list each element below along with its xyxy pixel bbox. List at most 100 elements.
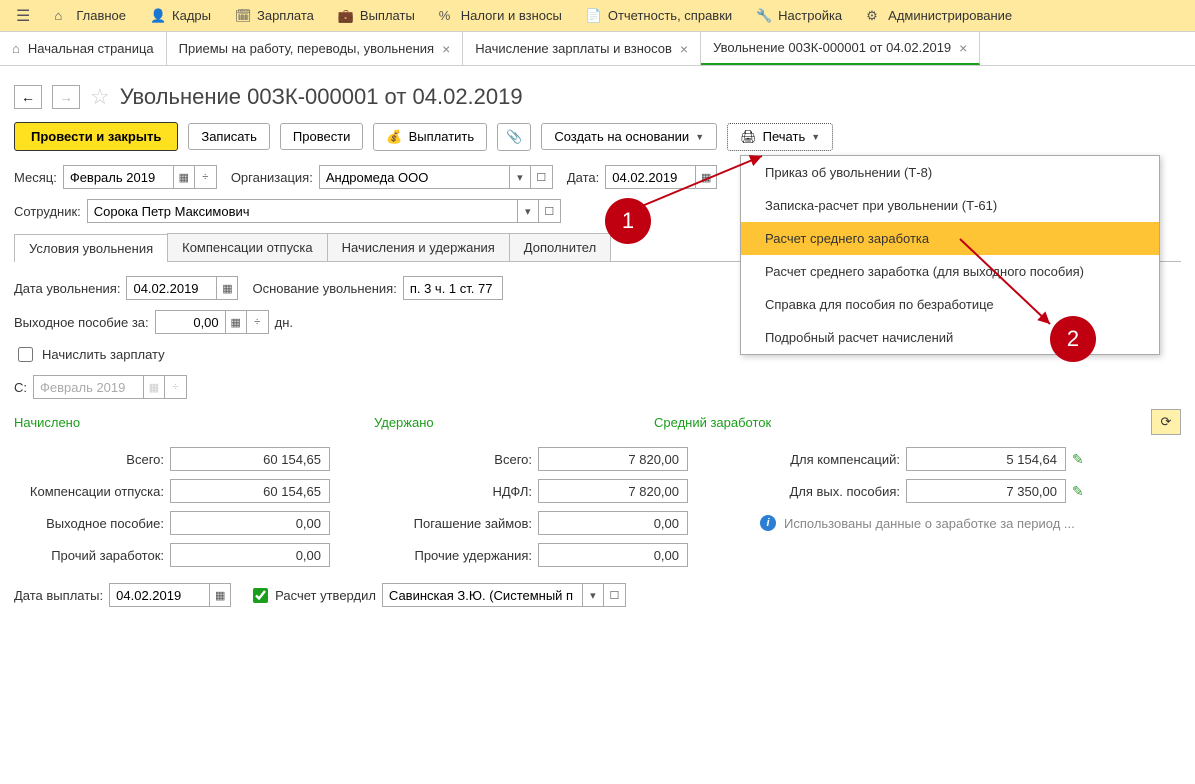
refresh-icon: ⟳ [1161,414,1172,430]
calendar-icon[interactable]: ▦ [216,276,238,300]
from-label: С: [14,380,27,395]
spinner-icon[interactable]: ÷ [247,310,269,334]
tab-label: Начальная страница [28,41,154,56]
info-text[interactable]: Использованы данные о заработке за перио… [784,516,1075,531]
print-item-avg[interactable]: Расчет среднего заработка [741,222,1159,255]
doc-icon: 📄 [586,8,602,24]
favorite-icon[interactable]: ☆ [90,84,110,110]
severance-input[interactable] [155,310,225,334]
dismissal-date-field[interactable]: ▦ [126,276,238,300]
chevron-down-icon: ▼ [695,132,704,142]
menu-toggle[interactable]: ☰ [4,0,42,31]
chevron-down-icon[interactable]: ▾ [517,199,539,223]
from-field[interactable]: ▦ ÷ [33,375,187,399]
print-dropdown: Приказ об увольнении (Т-8) Записка-расче… [740,155,1160,355]
spinner-icon[interactable]: ÷ [195,165,217,189]
other-withheld-value: 0,00 [538,543,688,567]
save-button[interactable]: Записать [188,123,270,150]
people-icon: 👤 [150,8,166,24]
calendar-icon[interactable]: ▦ [209,583,231,607]
comp-avg-label: Для компенсаций: [760,452,900,467]
basis-label: Основание увольнения: [252,281,396,296]
loan-value: 0,00 [538,511,688,535]
print-item-t8[interactable]: Приказ об увольнении (Т-8) [741,156,1159,189]
btn-label: Создать на основании [554,129,689,144]
tab-hires[interactable]: Приемы на работу, переводы, увольнения× [167,32,464,65]
month-input[interactable] [63,165,173,189]
close-icon[interactable]: × [442,41,450,57]
tab-accruals[interactable]: Начисления и удержания [327,233,510,261]
employee-field[interactable]: ▾ ☐ [87,199,561,223]
open-icon[interactable]: ☐ [604,583,626,607]
open-icon[interactable]: ☐ [531,165,553,189]
tab-conditions[interactable]: Условия увольнения [14,234,168,262]
approved-checkbox[interactable] [253,588,268,603]
create-based-button[interactable]: Создать на основании ▼ [541,123,717,150]
basis-input[interactable] [403,276,503,300]
menu-salary[interactable]: 🗓Зарплата [223,0,326,31]
refresh-button[interactable]: ⟳ [1151,409,1181,435]
open-icon[interactable]: ☐ [539,199,561,223]
date-field[interactable]: ▦ [605,165,717,189]
accrue-salary-checkbox[interactable] [18,347,33,362]
dismissal-date-input[interactable] [126,276,216,300]
print-item-detailed[interactable]: Подробный расчет начислений [741,321,1159,354]
menu-settings[interactable]: 🔧Настройка [744,0,854,31]
calendar-icon: ▦ [143,375,165,399]
close-icon[interactable]: × [959,40,967,56]
menu-payments[interactable]: 💼Выплаты [326,0,427,31]
pencil-icon[interactable]: ✎ [1072,483,1102,500]
month-field[interactable]: ▦ ÷ [63,165,217,189]
post-button[interactable]: Провести [280,123,364,150]
approved-by-field[interactable]: ▾ ☐ [382,583,626,607]
calc-severance-label: Выходное пособие: [14,516,164,531]
employee-input[interactable] [87,199,517,223]
menu-reports[interactable]: 📄Отчетность, справки [574,0,744,31]
severance-field[interactable]: ▦ ÷ [155,310,269,334]
print-item-unemploy[interactable]: Справка для пособия по безработице [741,288,1159,321]
calendar-icon[interactable]: ▦ [695,165,717,189]
attach-button[interactable]: 📎 [497,123,531,151]
org-label: Организация: [231,170,313,185]
close-icon[interactable]: × [680,41,688,57]
nav-back[interactable]: ← [14,85,42,109]
tab-dismissal[interactable]: Увольнение 00ЗК-000001 от 04.02.2019× [701,32,980,65]
pay-date-input[interactable] [109,583,209,607]
print-item-t61[interactable]: Записка-расчет при увольнении (Т-61) [741,189,1159,222]
menu-taxes[interactable]: %Налоги и взносы [427,0,574,31]
pay-date-label: Дата выплаты: [14,588,103,603]
tab-payroll[interactable]: Начисление зарплаты и взносов× [463,32,701,65]
gears-icon: ⚙ [866,8,882,24]
date-input[interactable] [605,165,695,189]
calc-icon[interactable]: ▦ [225,310,247,334]
org-field[interactable]: ▾ ☐ [319,165,553,189]
accrued-total-label: Всего: [14,452,164,467]
loan-label: Погашение займов: [402,516,532,531]
section-avg-earn: Средний заработок [654,415,1151,430]
chevron-down-icon[interactable]: ▾ [509,165,531,189]
tab-home[interactable]: ⌂ Начальная страница [0,32,167,65]
tab-additional[interactable]: Дополнител [509,233,611,261]
pencil-icon[interactable]: ✎ [1072,451,1102,468]
chevron-down-icon[interactable]: ▾ [582,583,604,607]
printer-icon: 🖨 [740,129,757,145]
callout-2: 2 [1050,316,1096,362]
post-and-close-button[interactable]: Провести и закрыть [14,122,178,151]
menu-hr[interactable]: 👤Кадры [138,0,223,31]
org-input[interactable] [319,165,509,189]
calendar-icon[interactable]: ▦ [173,165,195,189]
tab-vacation-comp[interactable]: Компенсации отпуска [167,233,328,261]
title-bar: ← → ☆ Увольнение 00ЗК-000001 от 04.02.20… [0,66,1195,122]
print-item-avg-sev[interactable]: Расчет среднего заработка (для выходного… [741,255,1159,288]
menu-label: Администрирование [888,8,1012,23]
pay-button[interactable]: 💰Выплатить [373,123,487,151]
menu-admin[interactable]: ⚙ Администрирование [854,0,1024,31]
print-button[interactable]: 🖨Печать▼ [727,123,833,151]
nav-forward[interactable]: → [52,85,80,109]
withheld-total-value: 7 820,00 [538,447,688,471]
menu-label: Настройка [778,8,842,23]
home-icon: ⌂ [12,41,20,56]
menu-main[interactable]: ⌂Главное [42,0,138,31]
pay-date-field[interactable]: ▦ [109,583,231,607]
approved-by-input[interactable] [382,583,582,607]
